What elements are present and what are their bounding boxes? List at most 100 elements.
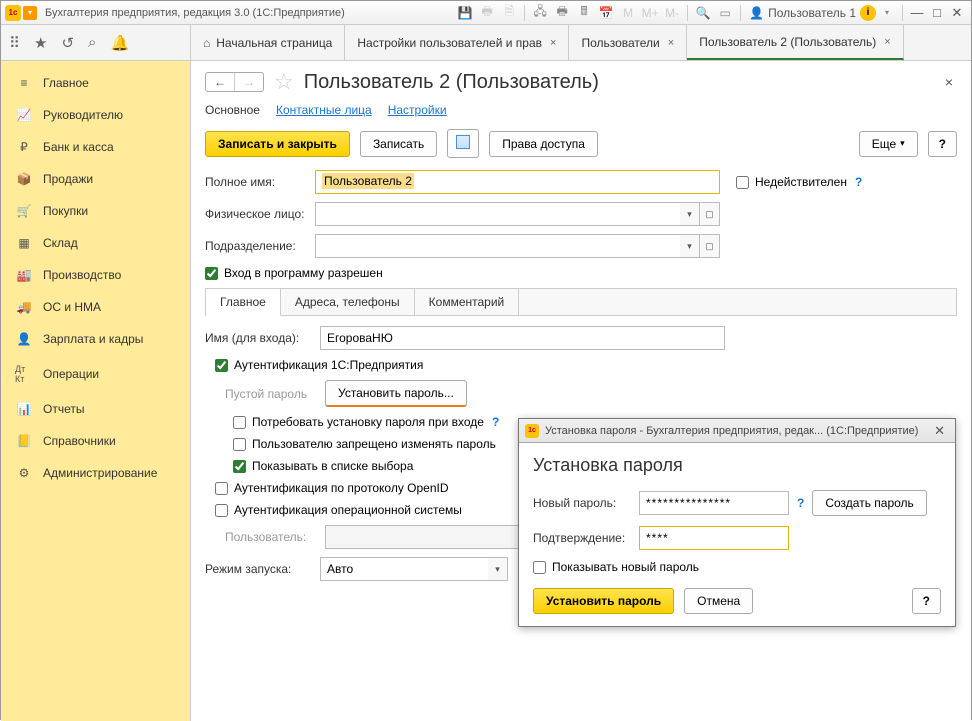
help-invalid[interactable]: ? — [855, 175, 862, 189]
dialog-close-button[interactable]: ✕ — [930, 423, 949, 439]
combo-launch-dropdown[interactable]: ▾ — [488, 557, 508, 581]
tab-home[interactable]: ⌂Начальная страница — [191, 25, 345, 60]
help-button[interactable]: ? — [928, 131, 957, 157]
close-icon[interactable]: × — [550, 37, 556, 49]
nav-production[interactable]: 🏭Производство — [1, 259, 190, 291]
calc-icon[interactable]: 🖩 — [575, 4, 593, 22]
m-icon[interactable]: M — [619, 4, 637, 22]
preview-icon[interactable]: 🗎 — [500, 4, 518, 22]
close-button[interactable]: ✕ — [948, 4, 966, 22]
subtab-settings[interactable]: Настройки — [388, 103, 447, 117]
nav-purchases[interactable]: 🛒Покупки — [1, 195, 190, 227]
checkbox-invalid[interactable] — [736, 176, 749, 189]
combo-open-button[interactable]: ▢ — [700, 202, 720, 226]
page-title: Пользователь 2 (Пользователь) — [304, 71, 599, 94]
history-icon[interactable]: ↺ — [61, 34, 74, 52]
calendar-icon[interactable]: 📅 — [597, 4, 615, 22]
nav-refs[interactable]: 📒Справочники — [1, 425, 190, 457]
input-full-name[interactable]: Пользователь 2 — [315, 170, 720, 194]
generate-password-button[interactable]: Создать пароль — [812, 490, 926, 516]
checkbox-show-list[interactable] — [233, 460, 246, 473]
save-button[interactable]: Записать — [360, 131, 437, 157]
tab-users[interactable]: Пользователи× — [569, 25, 687, 60]
page-close-button[interactable]: × — [941, 70, 957, 94]
dialog-row-new-pwd: Новый пароль: ? Создать пароль — [533, 490, 941, 516]
tab-settings[interactable]: Настройки пользователей и прав× — [345, 25, 569, 60]
checkbox-auth-1c[interactable] — [215, 359, 228, 372]
save-close-button[interactable]: Записать и закрыть — [205, 131, 350, 157]
checkbox-forbid-change[interactable] — [233, 438, 246, 451]
m-minus-icon[interactable]: M- — [663, 4, 681, 22]
combo-dropdown-button[interactable]: ▾ — [680, 234, 700, 258]
label-dept: Подразделение: — [205, 239, 315, 253]
info-icon[interactable]: i — [860, 5, 876, 21]
rights-button[interactable]: Права доступа — [489, 131, 598, 157]
itab-main[interactable]: Главное — [206, 289, 281, 316]
nav-sales[interactable]: 📦Продажи — [1, 163, 190, 195]
subtab-contacts[interactable]: Контактные лица — [276, 103, 372, 117]
search-tool-icon[interactable]: ⌕ — [88, 34, 96, 51]
bell-icon[interactable]: 🔔 — [110, 34, 129, 52]
minimize-button[interactable]: — — [908, 4, 926, 22]
forward-button[interactable]: → — [235, 73, 263, 91]
row-dept: Подразделение: ▾ ▢ — [205, 234, 957, 258]
checkbox-auth-openid[interactable] — [215, 482, 228, 495]
label-full-name: Полное имя: — [205, 175, 315, 189]
itab-comment[interactable]: Комментарий — [415, 289, 520, 315]
close-icon[interactable]: × — [884, 36, 890, 48]
combo-dropdown-button[interactable]: ▾ — [680, 202, 700, 226]
help-require-pwd[interactable]: ? — [492, 415, 499, 429]
checkbox-auth-os[interactable] — [215, 504, 228, 517]
nav-admin[interactable]: ⚙Администрирование — [1, 457, 190, 489]
subtabs: Основное Контактные лица Настройки — [205, 103, 957, 117]
nav-operations[interactable]: Дт КтОперации — [1, 355, 190, 393]
truck-icon: 🚚 — [15, 300, 33, 314]
m-plus-icon[interactable]: M+ — [641, 4, 659, 22]
checkbox-require-pwd[interactable] — [233, 416, 246, 429]
input-dept[interactable] — [315, 234, 680, 258]
dialog-cancel-button[interactable]: Отмена — [684, 588, 753, 614]
toolbar-left: ⠿ ★ ↺ ⌕ 🔔 — [1, 25, 191, 60]
info-dropdown[interactable]: ▾ — [878, 4, 896, 22]
dialog-set-button[interactable]: Установить пароль — [533, 588, 674, 614]
apps-icon[interactable]: ⠿ — [9, 34, 20, 52]
compare-icon[interactable]: 🖧 — [531, 4, 549, 22]
help-new-pwd[interactable]: ? — [797, 496, 804, 510]
nav-salary[interactable]: 👤Зарплата и кадры — [1, 323, 190, 355]
input-login-name[interactable] — [320, 326, 725, 350]
nav-stock[interactable]: ▦Склад — [1, 227, 190, 259]
save-icon[interactable]: 💾 — [456, 4, 474, 22]
combo-open-button[interactable]: ▢ — [700, 234, 720, 258]
more-button[interactable]: Еще — [859, 131, 918, 157]
itab-addr[interactable]: Адреса, телефоны — [281, 289, 415, 315]
nav-manager[interactable]: 📈Руководителю — [1, 99, 190, 131]
app-menu-dropdown[interactable]: ▾ — [23, 6, 37, 20]
nav-bank[interactable]: ₽Банк и касса — [1, 131, 190, 163]
nav-assets[interactable]: 🚚ОС и НМА — [1, 291, 190, 323]
set-password-button[interactable]: Установить пароль... — [325, 380, 467, 407]
zoom-icon[interactable]: 🔍 — [694, 4, 712, 22]
print-icon[interactable]: 🖶 — [478, 4, 496, 22]
dialog-help-button[interactable]: ? — [912, 588, 941, 614]
input-confirm-pwd[interactable] — [639, 526, 789, 550]
favorite-star-icon[interactable]: ☆ — [274, 69, 294, 95]
input-new-pwd[interactable] — [639, 491, 789, 515]
star-icon[interactable]: ★ — [34, 34, 47, 52]
maximize-button[interactable]: □ — [928, 4, 946, 22]
nav-main[interactable]: ≡Главное — [1, 67, 190, 99]
checkbox-login-allowed[interactable] — [205, 267, 218, 280]
list-button[interactable] — [447, 129, 479, 158]
close-icon[interactable]: × — [668, 37, 674, 49]
back-button[interactable]: ← — [206, 73, 235, 91]
windows-icon[interactable]: ▭ — [716, 4, 734, 22]
input-launch-mode[interactable] — [320, 557, 488, 581]
checkbox-show-pwd[interactable] — [533, 561, 546, 574]
subtab-main[interactable]: Основное — [205, 103, 260, 117]
row-full-name: Полное имя: Пользователь 2 Недействителе… — [205, 170, 957, 194]
input-phys[interactable] — [315, 202, 680, 226]
tab-user2[interactable]: Пользователь 2 (Пользователь)× — [687, 25, 904, 60]
dtkt-icon: Дт Кт — [15, 364, 33, 384]
print2-icon[interactable]: 🖶 — [553, 4, 571, 22]
nav-reports[interactable]: 📊Отчеты — [1, 393, 190, 425]
current-user[interactable]: 👤Пользователь 1 — [749, 6, 856, 20]
